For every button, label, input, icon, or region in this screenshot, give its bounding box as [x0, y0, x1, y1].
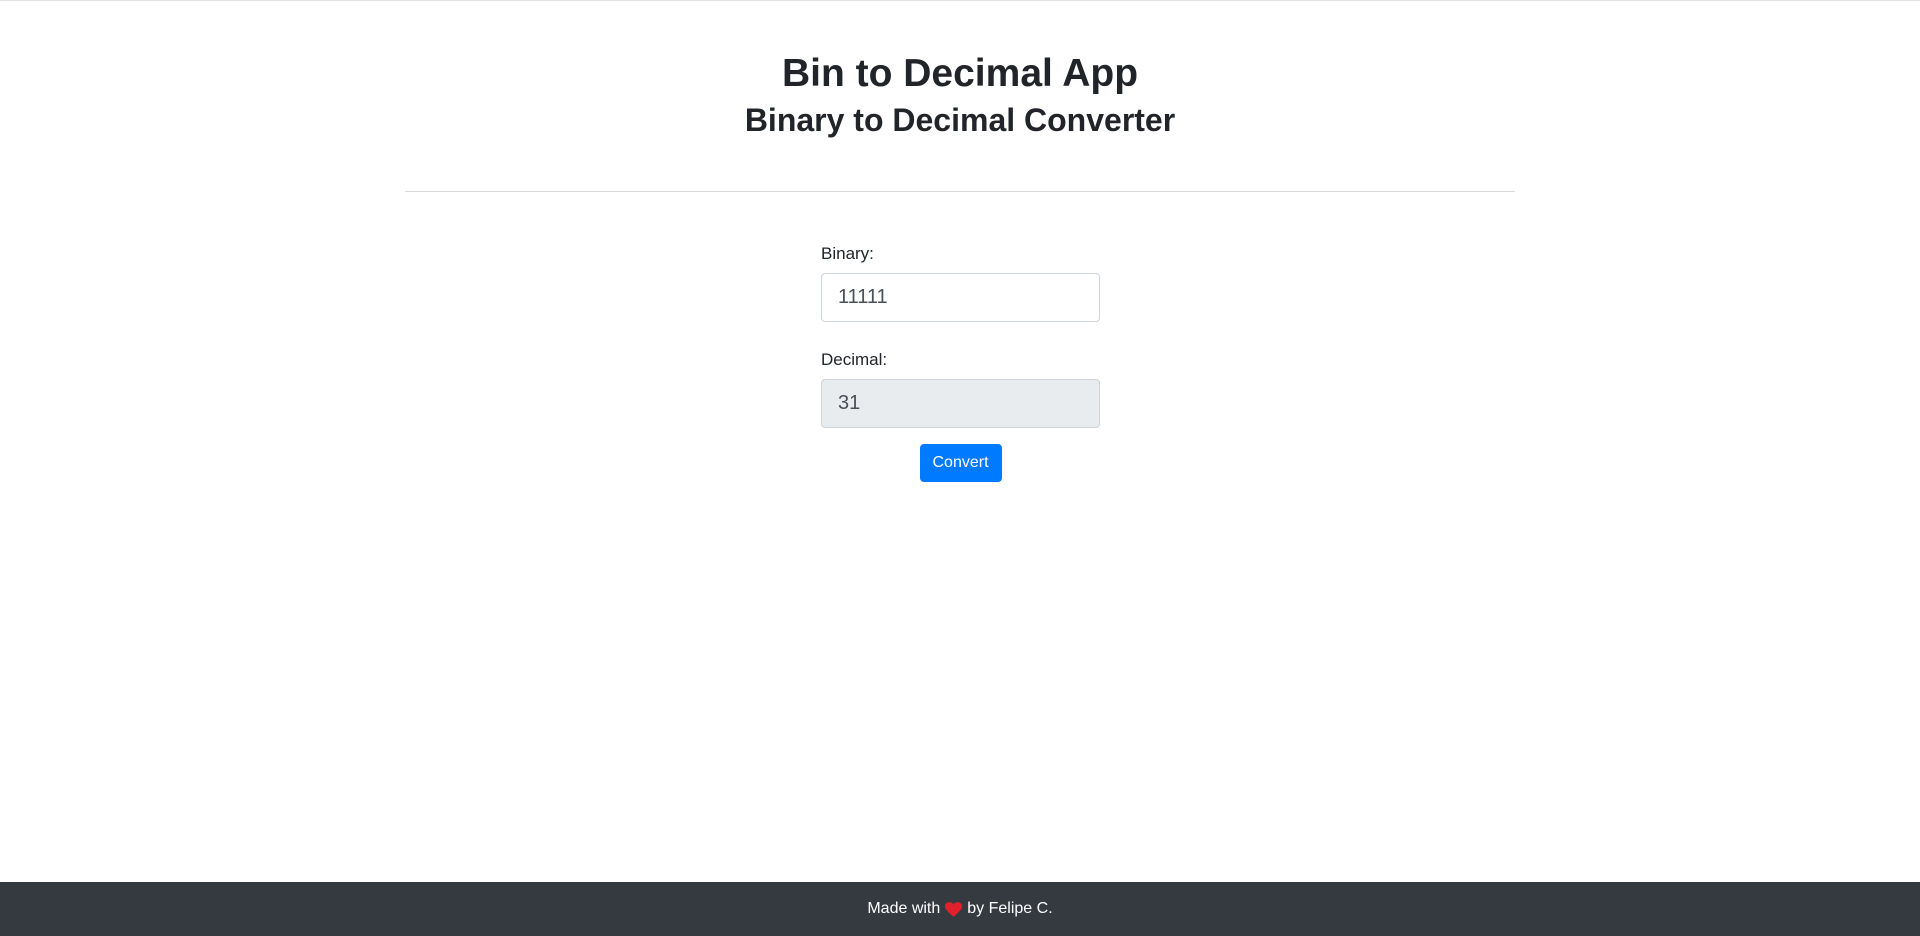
- top-border: [0, 0, 1920, 1]
- decimal-output: [821, 379, 1100, 428]
- header-divider: [405, 191, 1515, 192]
- page-subtitle: Binary to Decimal Converter: [744, 102, 1176, 138]
- footer-text-before: Made with: [867, 900, 941, 917]
- heart-icon: [945, 901, 963, 917]
- binary-input[interactable]: [821, 273, 1100, 322]
- converter-form: Binary: Decimal: Convert: [821, 243, 1100, 482]
- page-header: Bin to Decimal App Binary to Decimal Con…: [0, 50, 1920, 140]
- footer-text-after: by Felipe C.: [967, 900, 1053, 917]
- convert-container: Convert: [821, 444, 1100, 482]
- page-footer: Made with by Felipe C.: [0, 882, 1920, 936]
- convert-button[interactable]: Convert: [919, 444, 1002, 482]
- binary-label: Binary:: [821, 244, 874, 263]
- decimal-label: Decimal:: [821, 350, 888, 369]
- page-title: Bin to Decimal App: [781, 52, 1139, 95]
